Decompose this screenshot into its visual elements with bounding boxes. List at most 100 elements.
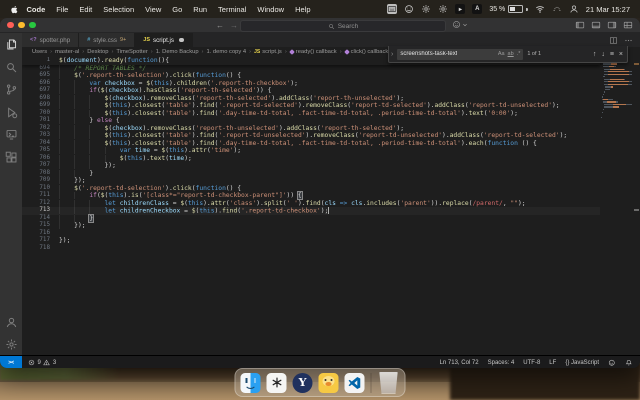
remote-explorer-icon[interactable]	[5, 128, 18, 141]
copilot-menu[interactable]	[452, 20, 468, 29]
command-center-search[interactable]: Search	[240, 20, 446, 32]
code-text[interactable]: if($(this).is('[class*="report-td-checkb…	[59, 192, 600, 200]
menu-bar-clock[interactable]: 21 Mar 15:27	[586, 5, 630, 14]
breadcrumb-item[interactable]: JSscript.js	[254, 49, 282, 55]
history-forward-button[interactable]: →	[230, 21, 238, 30]
menu-item-edit[interactable]: Edit	[74, 5, 98, 14]
match-case-toggle[interactable]: Aa	[498, 51, 505, 57]
toggle-primary-sidebar-button[interactable]	[575, 20, 585, 30]
whole-word-toggle[interactable]: ab	[508, 51, 514, 57]
code-lines[interactable]: 1$(document).ready(function(){694 /* REP…	[22, 57, 600, 252]
breadcrumb-item[interactable]: Users	[32, 49, 47, 55]
settings-gear-icon[interactable]	[5, 338, 18, 351]
menu-item-file[interactable]: File	[51, 5, 74, 14]
code-text[interactable]	[59, 245, 600, 253]
code-text[interactable]: $(checkbox).removeClass('report-th-selec…	[59, 95, 600, 103]
search-view-icon[interactable]	[5, 61, 18, 74]
code-line-713[interactable]: 713 let childrenCheckbox = $(this).find(…	[22, 207, 600, 215]
code-text[interactable]: $(this).closest('table').find('.day-time…	[59, 140, 600, 148]
apple-menu-icon[interactable]	[10, 4, 19, 15]
accounts-icon[interactable]	[5, 316, 18, 329]
code-line-712[interactable]: 712 let childrenClass = $(this).attr('cl…	[22, 200, 600, 208]
overview-ruler[interactable]	[632, 57, 640, 355]
split-editor-icon[interactable]	[609, 36, 618, 45]
code-text[interactable]: $(this).text(time);	[59, 155, 600, 163]
menu-item-view[interactable]: View	[140, 5, 167, 14]
code-text[interactable]: }	[59, 215, 600, 223]
dock-item-finder[interactable]	[241, 373, 261, 393]
user-menu-icon[interactable]	[569, 4, 579, 14]
code-line-715[interactable]: 715 });	[22, 222, 600, 230]
close-find-button[interactable]: ×	[619, 51, 623, 58]
toggle-replace-chevron-icon[interactable]: ›	[391, 51, 393, 58]
code-text[interactable]: $(this).closest('table').find('.report-t…	[59, 102, 600, 110]
code-line-697[interactable]: 697 if($(checkbox).hasClass('report-th-s…	[22, 87, 600, 95]
code-text[interactable]: $(checkbox).removeClass('report-th-unsel…	[59, 125, 600, 133]
menu-item-run[interactable]: Run	[188, 5, 213, 14]
code-line-705[interactable]: 705 var time = $(this).attr('time');	[22, 147, 600, 155]
feedback-icon[interactable]	[608, 359, 616, 367]
dock-item-duck[interactable]	[319, 373, 339, 393]
extensions-icon[interactable]	[5, 151, 18, 164]
next-match-button[interactable]: ↓	[601, 51, 605, 58]
status-item[interactable]: UTF-8	[523, 360, 540, 366]
dock-item-trash[interactable]	[378, 372, 400, 394]
run-debug-icon[interactable]	[5, 106, 18, 119]
code-line-701[interactable]: 701 } else {	[22, 117, 600, 125]
code-line-703[interactable]: 703 $(this).closest('table').find('.repo…	[22, 132, 600, 140]
breadcrumb-item[interactable]: Desktop	[87, 49, 108, 55]
code-line-698[interactable]: 698 $(checkbox).removeClass('report-th-s…	[22, 95, 600, 103]
code-text[interactable]: });	[59, 237, 600, 245]
menu-item-selection[interactable]: Selection	[98, 5, 140, 14]
code-text[interactable]: /* REPORT TABLES */	[59, 65, 600, 73]
code-line-702[interactable]: 702 $(checkbox).removeClass('report-th-u…	[22, 125, 600, 133]
wifi-icon[interactable]	[535, 4, 545, 14]
code-text[interactable]: });	[59, 177, 600, 185]
find-input[interactable]: screenshots-task-text Aa ab .*	[397, 49, 523, 60]
code-line-710[interactable]: 710 $('.report-td-selection').click(func…	[22, 185, 600, 193]
code-line-708[interactable]: 708 }	[22, 170, 600, 178]
status-item[interactable]: Ln 713, Col 72	[440, 360, 479, 366]
breadcrumb-item[interactable]: 1. demo copy 4	[206, 49, 246, 55]
previous-match-button[interactable]: ↑	[593, 51, 597, 58]
dock-item-vscode[interactable]	[345, 373, 365, 393]
code-text[interactable]: $(this).closest('table').find('.report-t…	[59, 132, 600, 140]
remote-indicator[interactable]: ><	[0, 356, 22, 368]
breadcrumb-item[interactable]: master-al	[55, 49, 79, 55]
toggle-secondary-sidebar-button[interactable]	[607, 20, 617, 30]
tab-style.css[interactable]: #style.css9+	[79, 33, 135, 47]
source-control-icon[interactable]	[5, 83, 18, 96]
breadcrumb-item[interactable]: 1. Demo Backup	[156, 49, 199, 55]
find-in-selection-button[interactable]: ≡	[610, 51, 614, 58]
battery-indicator[interactable]: 35 %	[489, 5, 527, 13]
dock-item-yandex[interactable]: Y	[293, 373, 313, 393]
code-text[interactable]: if($(checkbox).hasClass('report-th-selec…	[59, 87, 600, 95]
explorer-icon[interactable]	[5, 38, 18, 51]
code-text[interactable]: }	[59, 170, 600, 178]
notifications-bell-icon[interactable]	[625, 359, 633, 367]
menu-extra-icon-a[interactable]: A	[472, 4, 482, 14]
code-text[interactable]: var checkbox = $(this).children('.report…	[59, 80, 600, 88]
menu-item-window[interactable]: Window	[252, 5, 290, 14]
tab-modified-dot[interactable]	[179, 38, 184, 43]
zoom-window-button[interactable]	[29, 22, 36, 29]
history-back-button[interactable]: ←	[216, 21, 224, 30]
status-item[interactable]: Spaces: 4	[488, 360, 515, 366]
tab-spotter.php[interactable]: <?spotter.php	[22, 33, 79, 47]
gear-icon[interactable]	[421, 4, 431, 14]
status-item[interactable]: {} JavaScript	[565, 360, 599, 366]
problems-indicator[interactable]: 9 3	[22, 359, 62, 366]
code-editor[interactable]: 1$(document).ready(function(){694 /* REP…	[22, 57, 640, 355]
regex-toggle[interactable]: .*	[517, 51, 521, 57]
code-line-718[interactable]: 718	[22, 245, 600, 253]
breadcrumb-item[interactable]: ready() callback	[290, 49, 337, 55]
menu-extra-icon-2[interactable]	[404, 4, 414, 14]
code-text[interactable]: } else {	[59, 117, 600, 125]
code-line-694[interactable]: 694 /* REPORT TABLES */	[22, 65, 600, 73]
code-line-704[interactable]: 704 $(this).closest('table').find('.day-…	[22, 140, 600, 148]
menu-item-go[interactable]: Go	[167, 5, 188, 14]
code-text[interactable]: });	[59, 162, 600, 170]
code-line-711[interactable]: 711 if($(this).is('[class*="report-td-ch…	[22, 192, 600, 200]
code-text[interactable]: let childrenClass = $(this).attr('class'…	[59, 200, 600, 208]
code-line-696[interactable]: 696 var checkbox = $(this).children('.re…	[22, 80, 600, 88]
